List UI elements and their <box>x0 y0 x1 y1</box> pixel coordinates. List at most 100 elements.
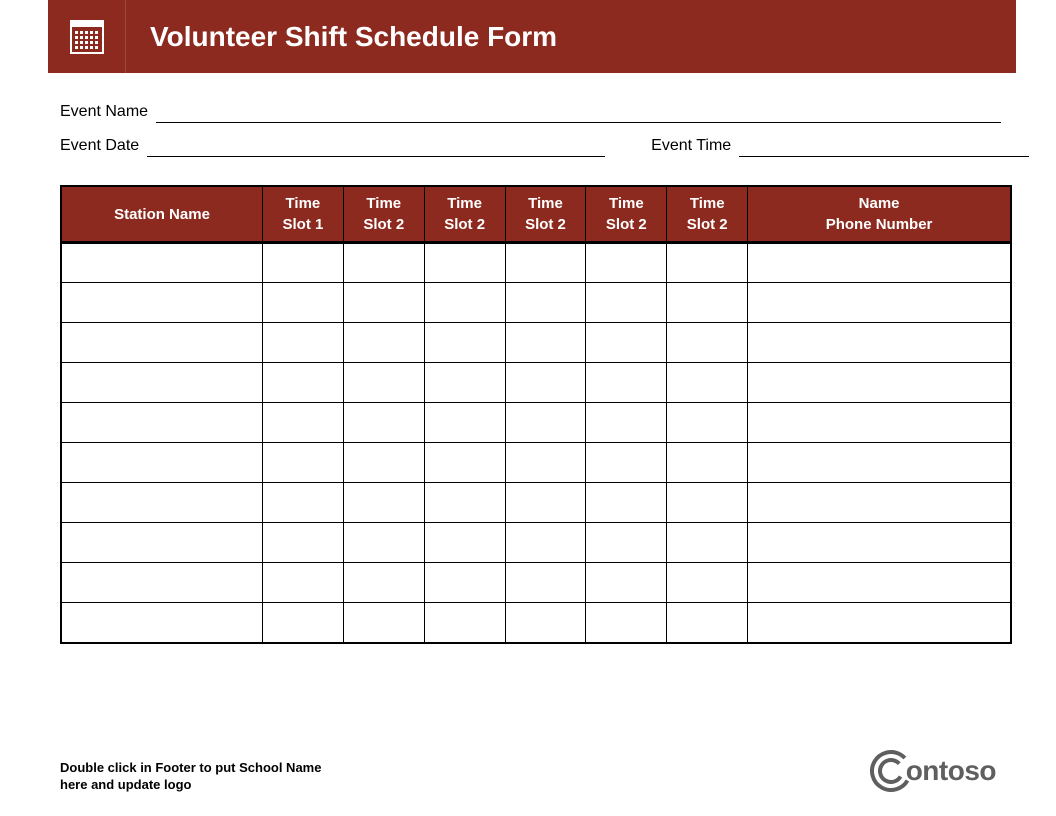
cell-input[interactable] <box>510 403 582 442</box>
cell-input[interactable] <box>348 523 420 562</box>
cell-input[interactable] <box>348 283 420 322</box>
table-cell <box>505 403 586 443</box>
cell-input[interactable] <box>348 363 420 402</box>
cell-input[interactable] <box>590 363 662 402</box>
cell-input[interactable] <box>671 363 743 402</box>
cell-input[interactable] <box>429 523 501 562</box>
table-cell <box>343 363 424 403</box>
cell-input[interactable] <box>348 563 420 602</box>
cell-input[interactable] <box>510 363 582 402</box>
cell-input[interactable] <box>671 244 743 282</box>
table-cell <box>424 443 505 483</box>
cell-input[interactable] <box>590 603 662 642</box>
cell-input[interactable] <box>267 563 339 602</box>
cell-input[interactable] <box>66 363 258 402</box>
cell-input[interactable] <box>510 603 582 642</box>
cell-input[interactable] <box>590 523 662 562</box>
cell-input[interactable] <box>590 443 662 482</box>
cell-input[interactable] <box>752 483 1006 522</box>
table-cell <box>667 323 748 363</box>
cell-input[interactable] <box>66 403 258 442</box>
cell-input[interactable] <box>66 483 258 522</box>
cell-input[interactable] <box>66 244 258 282</box>
cell-input[interactable] <box>590 563 662 602</box>
cell-input[interactable] <box>66 563 258 602</box>
cell-input[interactable] <box>267 523 339 562</box>
cell-input[interactable] <box>671 323 743 362</box>
cell-input[interactable] <box>752 283 1006 322</box>
event-date-input[interactable] <box>147 137 605 157</box>
cell-input[interactable] <box>510 443 582 482</box>
cell-input[interactable] <box>267 283 339 322</box>
cell-input[interactable] <box>267 244 339 282</box>
cell-input[interactable] <box>752 363 1006 402</box>
cell-input[interactable] <box>752 603 1006 642</box>
table-cell <box>61 603 262 643</box>
cell-input[interactable] <box>510 483 582 522</box>
cell-input[interactable] <box>267 603 339 642</box>
cell-input[interactable] <box>429 283 501 322</box>
table-cell <box>586 283 667 323</box>
cell-input[interactable] <box>671 443 743 482</box>
cell-input[interactable] <box>429 363 501 402</box>
cell-input[interactable] <box>429 603 501 642</box>
table-cell <box>586 563 667 603</box>
cell-input[interactable] <box>752 323 1006 362</box>
cell-input[interactable] <box>752 523 1006 562</box>
th-slot-2: TimeSlot 2 <box>343 186 424 243</box>
cell-input[interactable] <box>66 523 258 562</box>
cell-input[interactable] <box>671 483 743 522</box>
cell-input[interactable] <box>348 443 420 482</box>
event-time-input[interactable] <box>739 137 1029 157</box>
cell-input[interactable] <box>429 244 501 282</box>
cell-input[interactable] <box>590 283 662 322</box>
table-cell <box>748 603 1011 643</box>
cell-input[interactable] <box>348 323 420 362</box>
cell-input[interactable] <box>590 483 662 522</box>
calendar-icon <box>69 19 105 55</box>
cell-input[interactable] <box>66 603 258 642</box>
table-cell <box>424 363 505 403</box>
table-cell <box>748 363 1011 403</box>
cell-input[interactable] <box>429 403 501 442</box>
table-row <box>61 283 1011 323</box>
cell-input[interactable] <box>429 323 501 362</box>
cell-input[interactable] <box>429 483 501 522</box>
cell-input[interactable] <box>429 443 501 482</box>
cell-input[interactable] <box>510 523 582 562</box>
event-name-input[interactable] <box>156 103 1001 123</box>
cell-input[interactable] <box>348 244 420 282</box>
cell-input[interactable] <box>267 363 339 402</box>
cell-input[interactable] <box>429 563 501 602</box>
footer: Double click in Footer to put School Nam… <box>60 748 996 794</box>
cell-input[interactable] <box>66 443 258 482</box>
cell-input[interactable] <box>348 603 420 642</box>
cell-input[interactable] <box>671 523 743 562</box>
cell-input[interactable] <box>510 283 582 322</box>
table-cell <box>262 523 343 563</box>
cell-input[interactable] <box>66 283 258 322</box>
cell-input[interactable] <box>348 483 420 522</box>
cell-input[interactable] <box>590 403 662 442</box>
cell-input[interactable] <box>510 323 582 362</box>
cell-input[interactable] <box>671 563 743 602</box>
cell-input[interactable] <box>752 244 1006 282</box>
cell-input[interactable] <box>510 244 582 282</box>
cell-input[interactable] <box>66 323 258 362</box>
cell-input[interactable] <box>752 563 1006 602</box>
cell-input[interactable] <box>348 403 420 442</box>
cell-input[interactable] <box>267 403 339 442</box>
cell-input[interactable] <box>671 403 743 442</box>
cell-input[interactable] <box>590 323 662 362</box>
cell-input[interactable] <box>267 483 339 522</box>
cell-input[interactable] <box>510 563 582 602</box>
cell-input[interactable] <box>267 323 339 362</box>
cell-input[interactable] <box>752 443 1006 482</box>
cell-input[interactable] <box>752 403 1006 442</box>
table-cell <box>424 483 505 523</box>
cell-input[interactable] <box>671 603 743 642</box>
cell-input[interactable] <box>267 443 339 482</box>
cell-input[interactable] <box>590 244 662 282</box>
cell-input[interactable] <box>671 283 743 322</box>
table-cell <box>262 483 343 523</box>
